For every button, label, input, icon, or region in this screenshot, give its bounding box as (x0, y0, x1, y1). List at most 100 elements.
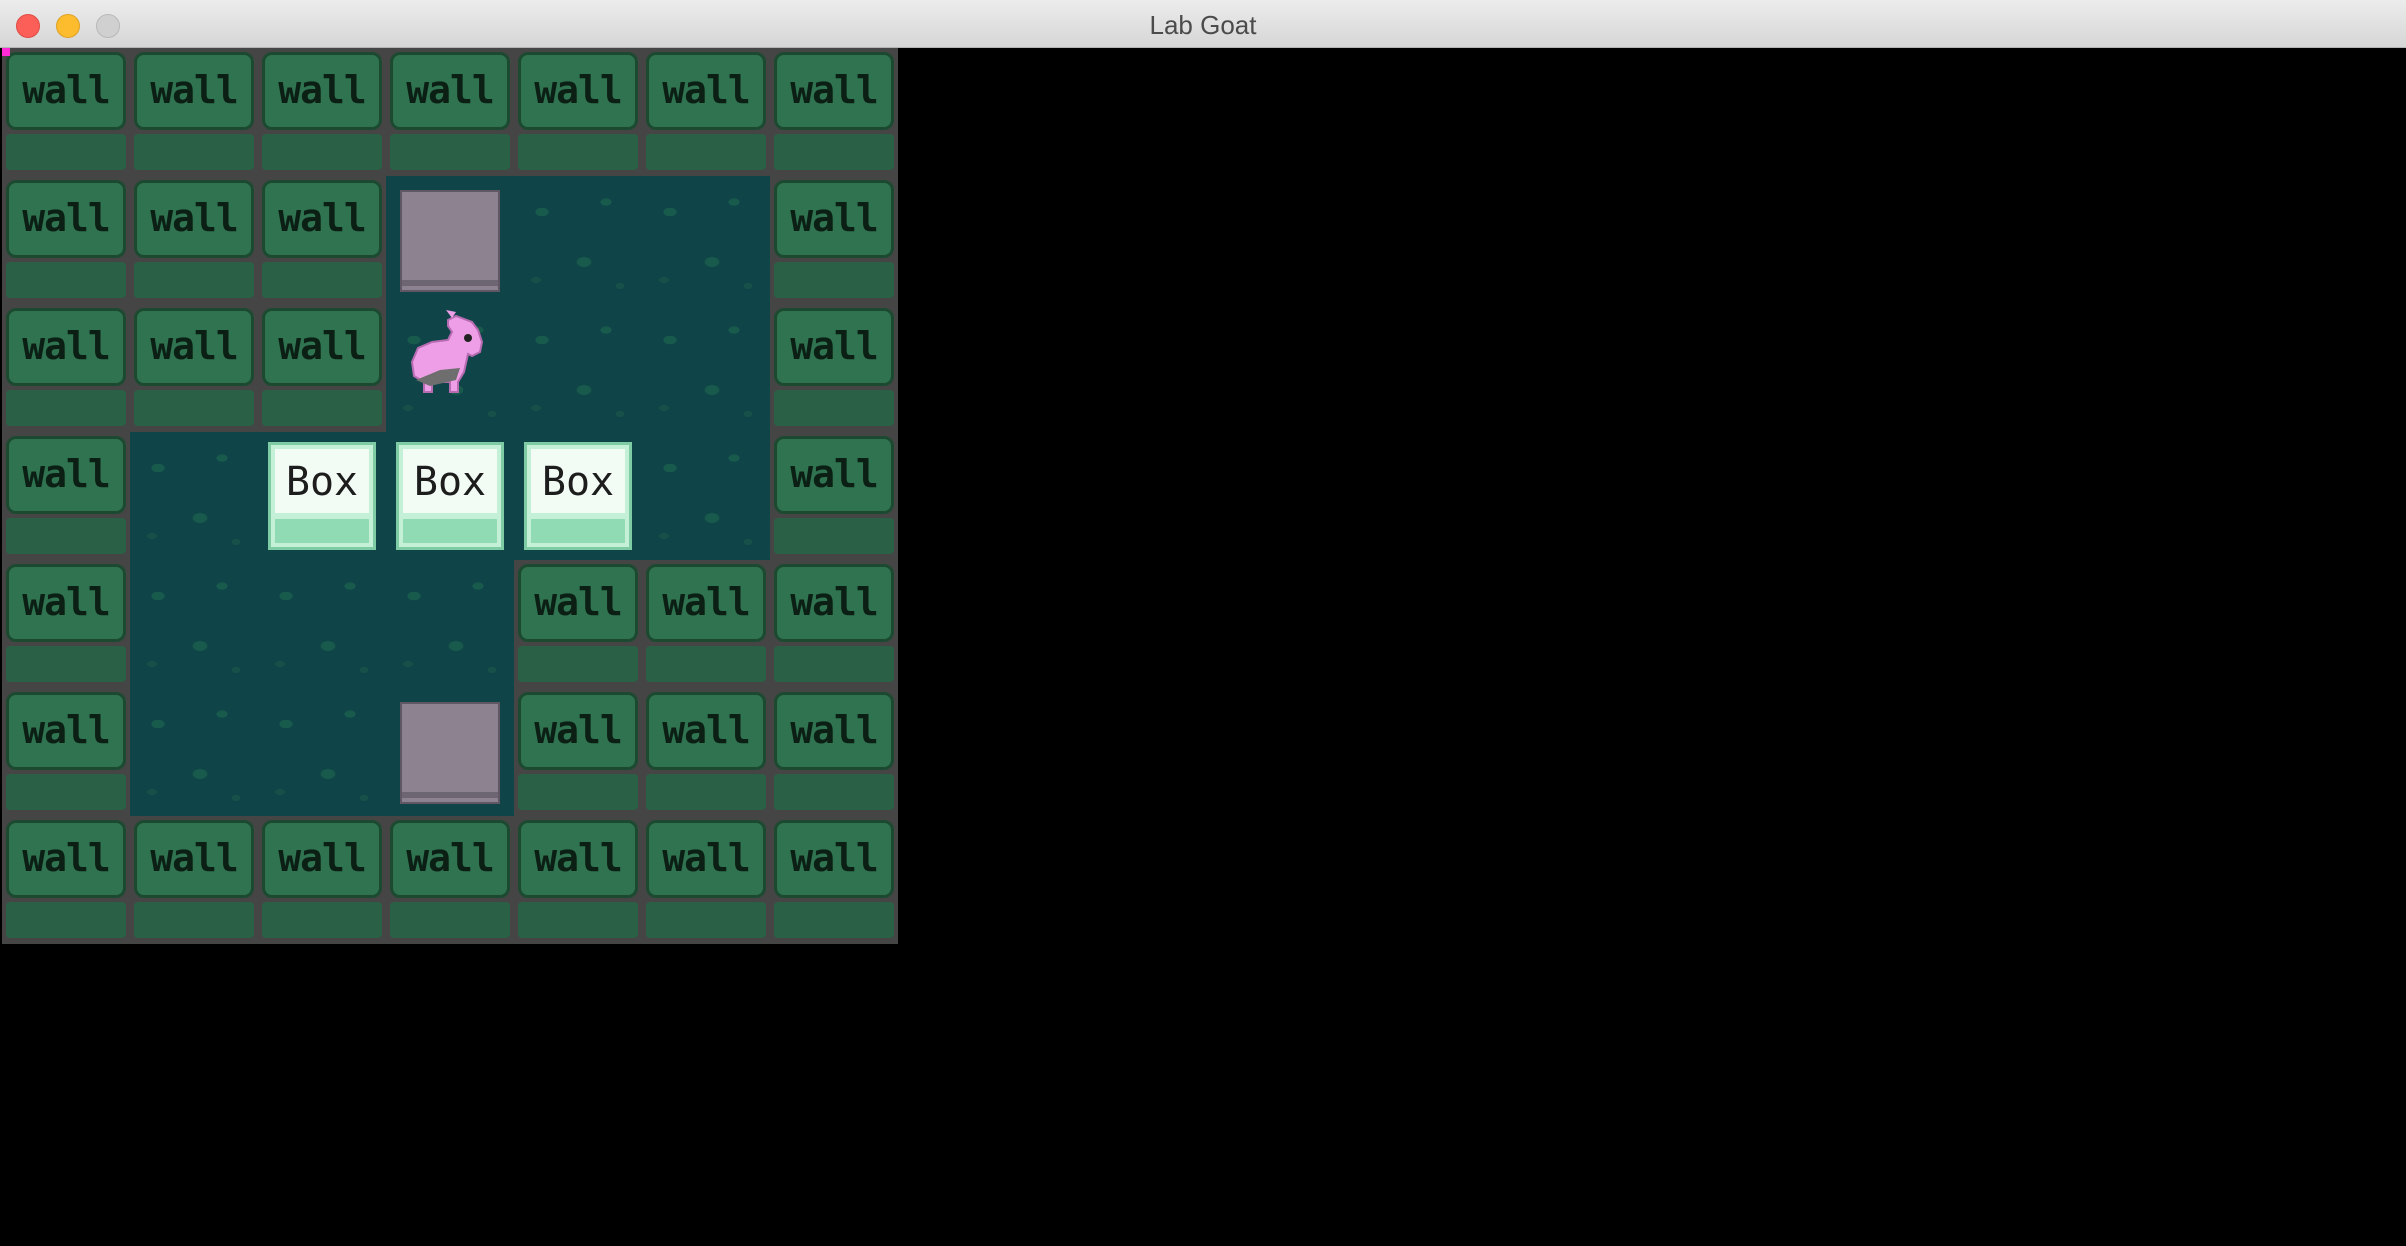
wall-label: wall (534, 68, 623, 112)
target-pad (400, 190, 500, 292)
wall-face: wall (646, 564, 766, 642)
goat-player-icon (386, 304, 514, 432)
wall-ledge (646, 134, 766, 170)
wall-face: wall (518, 52, 638, 130)
wall-ledge (6, 646, 126, 682)
wall-face: wall (646, 52, 766, 130)
wall-ledge (646, 774, 766, 810)
wall-face: wall (6, 820, 126, 898)
wall-face: wall (774, 52, 894, 130)
wall-ledge (6, 262, 126, 298)
wall-ledge (262, 134, 382, 170)
wall-label: wall (278, 196, 367, 240)
wall-face: wall (518, 692, 638, 770)
wall-ledge (646, 902, 766, 938)
wall-tile: wall (130, 176, 258, 304)
floor-tile: Box (258, 432, 386, 560)
wall-ledge (262, 902, 382, 938)
wall-label: wall (662, 68, 751, 112)
wall-tile: wall (770, 432, 898, 560)
wall-label: wall (790, 68, 879, 112)
wall-ledge (6, 902, 126, 938)
floor-tile (642, 176, 770, 304)
wall-face: wall (262, 308, 382, 386)
wall-tile: wall (642, 48, 770, 176)
title-bar: Lab Goat (0, 0, 2406, 48)
wall-tile: wall (386, 48, 514, 176)
wall-label: wall (22, 708, 111, 752)
floor-tile (514, 176, 642, 304)
game-board[interactable]: wall wall wall wall wall wall wall wall wall wall… (2, 48, 898, 944)
box-crate: Box (396, 442, 504, 550)
wall-tile: wall (2, 816, 130, 944)
wall-face: wall (774, 308, 894, 386)
floor-tile (258, 560, 386, 688)
wall-tile: wall (642, 688, 770, 816)
wall-tile: wall (2, 688, 130, 816)
wall-label: wall (534, 580, 623, 624)
wall-label: wall (150, 836, 239, 880)
wall-face: wall (390, 820, 510, 898)
wall-face: wall (6, 52, 126, 130)
floor-tile (386, 688, 514, 816)
wall-ledge (6, 774, 126, 810)
floor-tile (386, 176, 514, 304)
wall-label: wall (22, 452, 111, 496)
wall-face: wall (134, 820, 254, 898)
wall-tile: wall (258, 176, 386, 304)
wall-label: wall (790, 196, 879, 240)
wall-face: wall (134, 180, 254, 258)
floor-tile (130, 432, 258, 560)
corner-marker (2, 48, 10, 56)
wall-tile: wall (770, 48, 898, 176)
wall-tile: wall (642, 816, 770, 944)
wall-ledge (518, 902, 638, 938)
target-pad (400, 702, 500, 804)
wall-label: wall (278, 836, 367, 880)
wall-ledge (390, 134, 510, 170)
wall-ledge (134, 390, 254, 426)
wall-tile: wall (770, 816, 898, 944)
wall-label: wall (534, 836, 623, 880)
wall-face: wall (262, 52, 382, 130)
floor-tile (386, 304, 514, 432)
wall-face: wall (518, 820, 638, 898)
floor-tile (642, 432, 770, 560)
wall-tile: wall (258, 48, 386, 176)
box-crate: Box (524, 442, 632, 550)
wall-label: wall (790, 580, 879, 624)
wall-face: wall (646, 820, 766, 898)
wall-ledge (774, 902, 894, 938)
wall-face: wall (518, 564, 638, 642)
wall-ledge (774, 262, 894, 298)
wall-tile: wall (130, 48, 258, 176)
box-bottom (403, 519, 497, 543)
wall-ledge (518, 774, 638, 810)
floor-tile: Box (386, 432, 514, 560)
box-face: Box (403, 449, 497, 513)
wall-face: wall (6, 308, 126, 386)
wall-face: wall (6, 180, 126, 258)
box-bottom (275, 519, 369, 543)
wall-label: wall (22, 580, 111, 624)
wall-face: wall (774, 692, 894, 770)
wall-face: wall (390, 52, 510, 130)
wall-face: wall (646, 692, 766, 770)
wall-ledge (134, 262, 254, 298)
wall-ledge (262, 262, 382, 298)
floor-tile (130, 688, 258, 816)
wall-ledge (774, 646, 894, 682)
wall-label: wall (534, 708, 623, 752)
box-label: Box (285, 459, 359, 505)
wall-tile: wall (770, 688, 898, 816)
wall-label: wall (406, 68, 495, 112)
floor-tile (642, 304, 770, 432)
wall-label: wall (22, 196, 111, 240)
wall-tile: wall (258, 816, 386, 944)
window-title: Lab Goat (1149, 10, 1257, 40)
wall-ledge (6, 134, 126, 170)
wall-face: wall (774, 820, 894, 898)
wall-face: wall (134, 308, 254, 386)
wall-ledge (518, 646, 638, 682)
wall-face: wall (262, 180, 382, 258)
